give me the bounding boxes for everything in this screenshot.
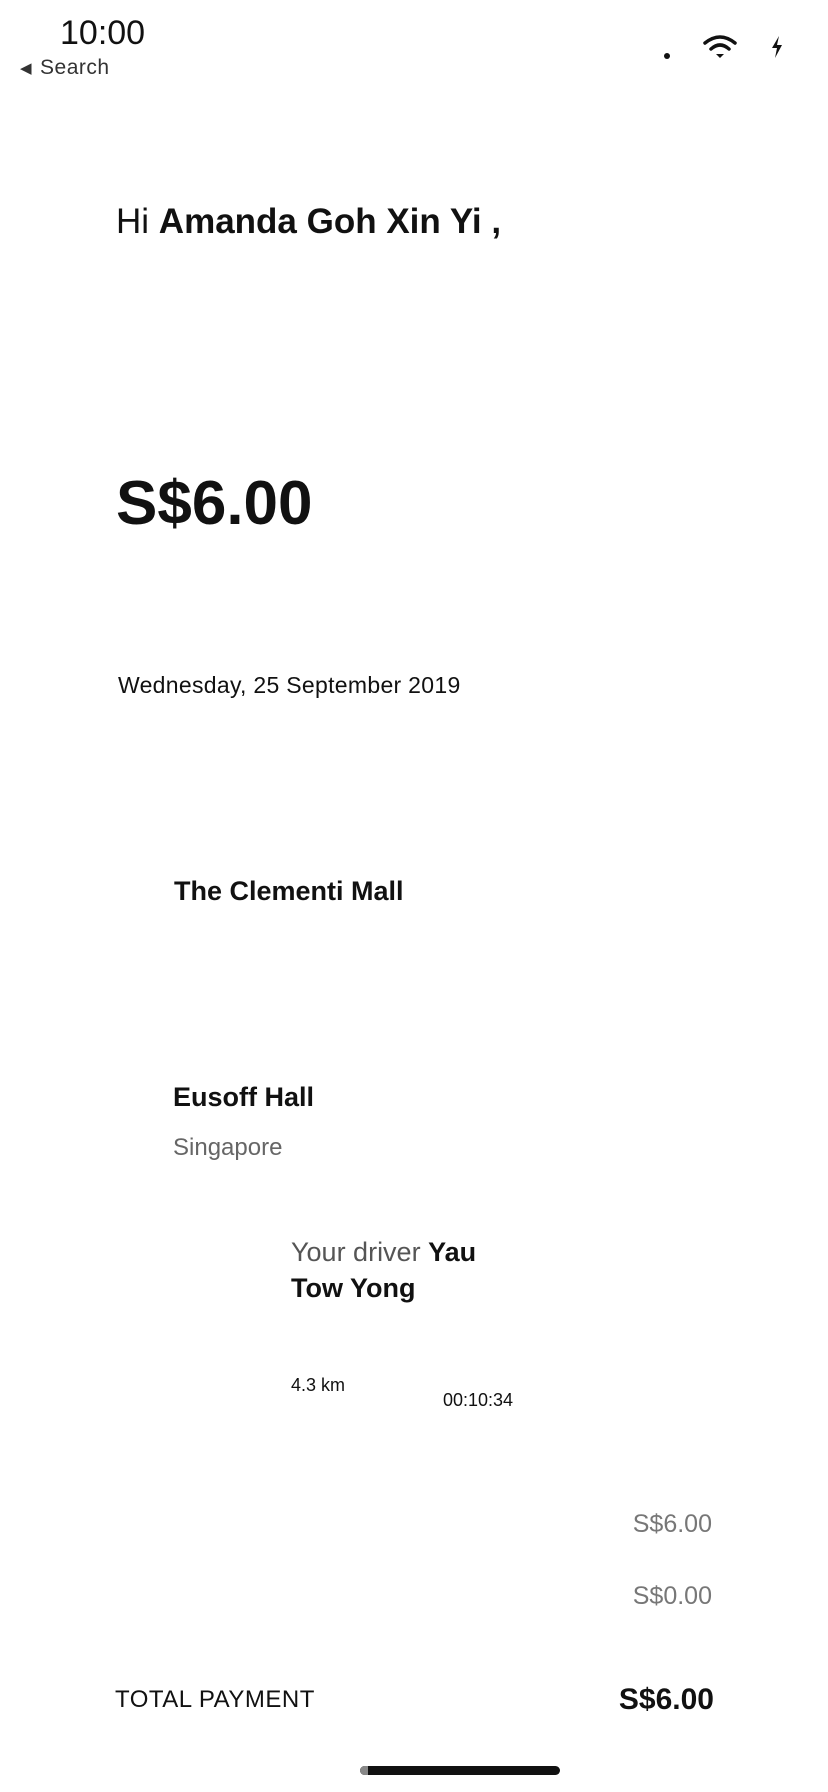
pickup-location: The Clementi Mall — [174, 876, 404, 906]
driver-label: Your driver — [291, 1237, 421, 1267]
total-payment-value: S$6.00 — [618, 1683, 714, 1716]
wifi-icon — [703, 35, 737, 58]
back-link-label: Search — [40, 56, 110, 79]
total-amount-hero: S$6.00 — [116, 469, 313, 538]
dropoff-location: Eusoff Hall — [173, 1082, 315, 1112]
fare-line-amount: S$6.00 — [632, 1510, 712, 1538]
discount-line-amount: S$0.00 — [632, 1582, 712, 1610]
status-time: 10:00 — [60, 14, 146, 52]
trip-date: Wednesday, 25 September 2019 — [118, 672, 461, 698]
dropoff-city: Singapore — [173, 1134, 283, 1161]
charging-bolt-icon — [772, 36, 782, 58]
total-payment-label: TOTAL PAYMENT — [115, 1686, 315, 1713]
trip-distance: 4.3 km — [291, 1375, 346, 1395]
status-icons — [664, 34, 784, 60]
greeting: Hi Amanda Goh Xin Yi , — [116, 202, 501, 242]
greeting-prefix: Hi — [116, 202, 150, 241]
customer-name: Amanda Goh Xin Yi — [158, 202, 482, 241]
back-triangle-icon: ◀ — [20, 60, 33, 77]
signal-dot-icon — [664, 53, 670, 59]
driver-info: Your driver Yau Tow Yong — [291, 1234, 521, 1306]
back-to-search-link[interactable]: ◀ Search — [20, 56, 110, 80]
trip-duration: 00:10:34 — [443, 1390, 514, 1410]
greeting-suffix: , — [491, 202, 502, 241]
home-indicator[interactable] — [360, 1766, 560, 1775]
